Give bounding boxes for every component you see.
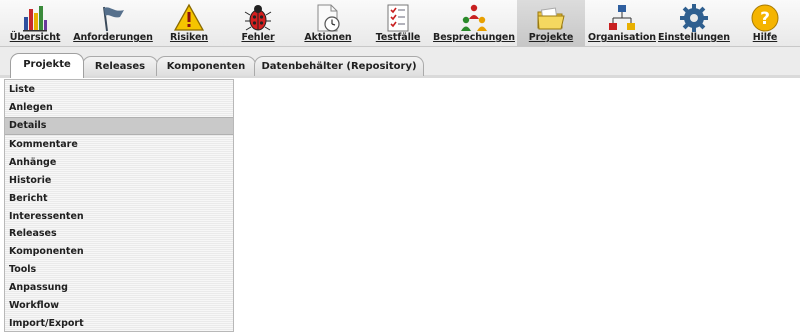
main-content (236, 79, 800, 332)
toolbar-label: Besprechungen (433, 32, 515, 43)
toolbar-besprechungen[interactable]: Besprechungen (432, 0, 516, 46)
sidebar-item-komponenten[interactable]: Komponenten (5, 243, 233, 261)
bug-icon (244, 5, 272, 31)
sidebar-item-historie[interactable]: Historie (5, 172, 233, 190)
sidebar-item-workflow[interactable]: Workflow (5, 297, 233, 315)
toolbar-label: Projekte (528, 32, 574, 43)
svg-text:?: ? (760, 9, 770, 29)
toolbar-organisation[interactable]: Organisation (587, 0, 657, 46)
sidebar-item-kommentare[interactable]: Kommentare (5, 136, 233, 154)
tab-repository[interactable]: Datenbehälter (Repository) (254, 56, 424, 76)
gear-icon (680, 4, 708, 32)
sidebar-item-anlegen[interactable]: Anlegen (5, 99, 233, 117)
toolbar-einstellungen[interactable]: Einstellungen (658, 0, 730, 46)
toolbar-hilfe[interactable]: ? Hilfe (734, 0, 796, 46)
toolbar-label: Organisation (588, 32, 656, 43)
toolbar-label: Fehler (241, 32, 275, 43)
sidebar-item-bericht[interactable]: Bericht (5, 190, 233, 208)
sidebar-item-anpassung[interactable]: Anpassung (5, 279, 233, 297)
checklist-icon (387, 4, 409, 32)
warning-icon (174, 3, 204, 31)
sidebar-item-tools[interactable]: Tools (5, 261, 233, 279)
tab-projekte[interactable]: Projekte (10, 53, 84, 78)
toolbar-label: Aktionen (304, 32, 352, 43)
main-toolbar: Übersicht Anforderungen Risiken Fehler A… (0, 0, 800, 47)
sidebar-item-interessenten[interactable]: Interessenten (5, 208, 233, 226)
sidebar-menu: Liste Anlegen Details Kommentare Anhänge… (4, 79, 234, 332)
tab-releases[interactable]: Releases (82, 56, 158, 76)
toolbar-label: Anforderungen (73, 32, 153, 43)
toolbar-risiken[interactable]: Risiken (158, 0, 220, 46)
toolbar-fehler[interactable]: Fehler (228, 0, 288, 46)
toolbar-label: Einstellungen (658, 32, 730, 43)
toolbar-label: Hilfe (752, 32, 778, 43)
toolbar-anforderungen[interactable]: Anforderungen (70, 0, 156, 46)
help-icon: ? (751, 4, 779, 32)
toolbar-uebersicht[interactable]: Übersicht (2, 0, 68, 46)
sidebar-item-import-export[interactable]: Import/Export (5, 315, 233, 333)
clock-document-icon (317, 4, 340, 32)
toolbar-projekte[interactable]: Projekte (517, 0, 585, 46)
bar-chart-icon (23, 6, 47, 32)
sidebar-item-releases[interactable]: Releases (5, 225, 233, 243)
sidebar-item-details[interactable]: Details (5, 117, 233, 135)
flag-icon (103, 6, 124, 32)
people-icon (461, 4, 487, 31)
toolbar-label: Übersicht (9, 32, 61, 43)
sidebar-item-liste[interactable]: Liste (5, 81, 233, 99)
org-chart-icon (609, 5, 635, 30)
sidebar-item-anhaenge[interactable]: Anhänge (5, 154, 233, 172)
folder-icon (537, 7, 565, 30)
toolbar-testfaelle[interactable]: Testfälle (366, 0, 430, 46)
toolbar-label: Testfälle (375, 32, 421, 43)
tab-komponenten[interactable]: Komponenten (156, 56, 256, 76)
toolbar-aktionen[interactable]: Aktionen (298, 0, 358, 46)
toolbar-label: Risiken (169, 32, 209, 43)
